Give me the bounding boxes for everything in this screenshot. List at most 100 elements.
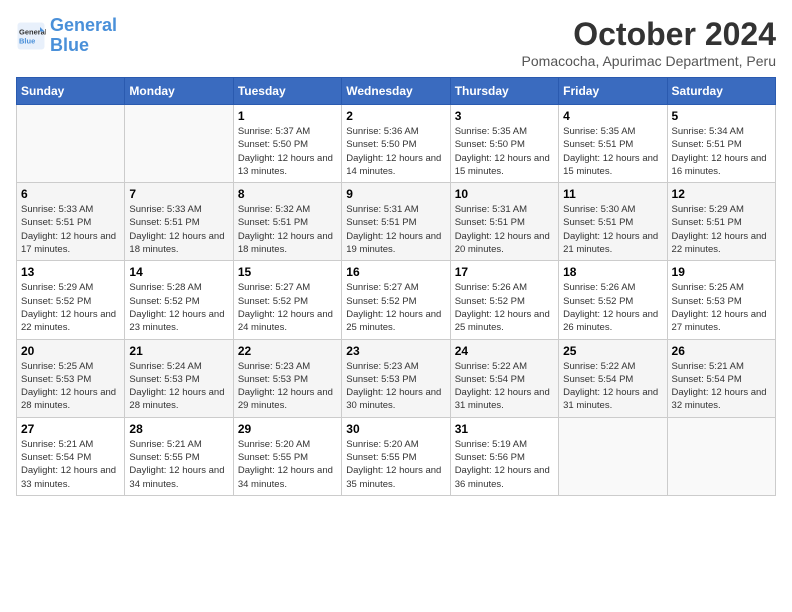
day-number: 2 bbox=[346, 109, 445, 123]
calendar-cell: 15Sunrise: 5:27 AMSunset: 5:52 PMDayligh… bbox=[233, 261, 341, 339]
header-cell-monday: Monday bbox=[125, 78, 233, 105]
logo-line1: General bbox=[50, 15, 117, 35]
day-info: Sunrise: 5:26 AMSunset: 5:52 PMDaylight:… bbox=[455, 281, 554, 334]
calendar-header: SundayMondayTuesdayWednesdayThursdayFrid… bbox=[17, 78, 776, 105]
calendar-cell: 30 Sunrise: 5:20 AMSunset: 5:55 PMDayligh… bbox=[342, 417, 450, 495]
day-number: 15 bbox=[238, 265, 337, 279]
calendar-cell: 21 Sunrise: 5:24 AMSunset: 5:53 PMDayligh… bbox=[125, 339, 233, 417]
day-number: 29 bbox=[238, 422, 337, 436]
day-info: Sunrise: 5:21 AMSunset: 5:54 PMDaylight:… bbox=[672, 360, 771, 413]
week-row-1: 1 Sunrise: 5:37 AMSunset: 5:50 PMDaylight… bbox=[17, 105, 776, 183]
day-info: Sunrise: 5:34 AMSunset: 5:51 PMDaylight:… bbox=[672, 125, 771, 178]
location-subtitle: Pomacocha, Apurimac Department, Peru bbox=[522, 53, 776, 69]
calendar-cell: 26Sunrise: 5:21 AMSunset: 5:54 PMDayligh… bbox=[667, 339, 775, 417]
calendar-cell: 31 Sunrise: 5:19 AMSunset: 5:56 PMDayligh… bbox=[450, 417, 558, 495]
day-number: 12 bbox=[672, 187, 771, 201]
day-number: 24 bbox=[455, 344, 554, 358]
calendar-cell bbox=[17, 105, 125, 183]
day-number: 16 bbox=[346, 265, 445, 279]
day-info: Sunrise: 5:30 AMSunset: 5:51 PMDaylight:… bbox=[563, 203, 662, 256]
day-number: 13 bbox=[21, 265, 120, 279]
calendar-cell: 13 Sunrise: 5:29 AMSunset: 5:52 PMDayligh… bbox=[17, 261, 125, 339]
day-number: 1 bbox=[238, 109, 337, 123]
logo-text: General Blue bbox=[50, 16, 117, 56]
calendar-cell bbox=[125, 105, 233, 183]
day-info: Sunrise: 5:27 AMSunset: 5:52 PMDaylight:… bbox=[346, 281, 445, 334]
day-info: Sunrise: 5:20 AMSunset: 5:55 PMDaylight:… bbox=[238, 438, 337, 491]
svg-text:General: General bbox=[19, 27, 46, 36]
day-info: Sunrise: 5:25 AMSunset: 5:53 PMDaylight:… bbox=[672, 281, 771, 334]
logo: General Blue General Blue bbox=[16, 16, 117, 56]
day-number: 8 bbox=[238, 187, 337, 201]
calendar-body: 1 Sunrise: 5:37 AMSunset: 5:50 PMDaylight… bbox=[17, 105, 776, 496]
day-info: Sunrise: 5:22 AMSunset: 5:54 PMDaylight:… bbox=[455, 360, 554, 413]
day-number: 23 bbox=[346, 344, 445, 358]
calendar-cell: 24 Sunrise: 5:22 AMSunset: 5:54 PMDayligh… bbox=[450, 339, 558, 417]
day-info: Sunrise: 5:29 AMSunset: 5:52 PMDaylight:… bbox=[21, 281, 120, 334]
day-info: Sunrise: 5:37 AMSunset: 5:50 PMDaylight:… bbox=[238, 125, 337, 178]
logo-line2: Blue bbox=[50, 35, 89, 55]
calendar-cell: 2 Sunrise: 5:36 AMSunset: 5:50 PMDaylight… bbox=[342, 105, 450, 183]
day-info: Sunrise: 5:33 AMSunset: 5:51 PMDaylight:… bbox=[129, 203, 228, 256]
day-info: Sunrise: 5:35 AMSunset: 5:51 PMDaylight:… bbox=[563, 125, 662, 178]
logo-icon: General Blue bbox=[16, 21, 46, 51]
calendar-cell: 1 Sunrise: 5:37 AMSunset: 5:50 PMDaylight… bbox=[233, 105, 341, 183]
day-number: 25 bbox=[563, 344, 662, 358]
calendar-cell: 5 Sunrise: 5:34 AMSunset: 5:51 PMDaylight… bbox=[667, 105, 775, 183]
calendar-cell bbox=[559, 417, 667, 495]
header-cell-thursday: Thursday bbox=[450, 78, 558, 105]
calendar-cell: 8 Sunrise: 5:32 AMSunset: 5:51 PMDaylight… bbox=[233, 183, 341, 261]
day-info: Sunrise: 5:23 AMSunset: 5:53 PMDaylight:… bbox=[346, 360, 445, 413]
day-number: 31 bbox=[455, 422, 554, 436]
calendar-cell: 4Sunrise: 5:35 AMSunset: 5:51 PMDaylight… bbox=[559, 105, 667, 183]
calendar-cell bbox=[667, 417, 775, 495]
day-info: Sunrise: 5:20 AMSunset: 5:55 PMDaylight:… bbox=[346, 438, 445, 491]
header-cell-sunday: Sunday bbox=[17, 78, 125, 105]
week-row-2: 6 Sunrise: 5:33 AMSunset: 5:51 PMDaylight… bbox=[17, 183, 776, 261]
week-row-5: 27 Sunrise: 5:21 AMSunset: 5:54 PMDayligh… bbox=[17, 417, 776, 495]
day-number: 7 bbox=[129, 187, 228, 201]
day-number: 5 bbox=[672, 109, 771, 123]
day-info: Sunrise: 5:25 AMSunset: 5:53 PMDaylight:… bbox=[21, 360, 120, 413]
page-header: General Blue General Blue October 2024 P… bbox=[16, 16, 776, 69]
calendar-cell: 22Sunrise: 5:23 AMSunset: 5:53 PMDayligh… bbox=[233, 339, 341, 417]
day-number: 9 bbox=[346, 187, 445, 201]
calendar-cell: 7 Sunrise: 5:33 AMSunset: 5:51 PMDaylight… bbox=[125, 183, 233, 261]
day-number: 27 bbox=[21, 422, 120, 436]
calendar-table: SundayMondayTuesdayWednesdayThursdayFrid… bbox=[16, 77, 776, 496]
header-cell-wednesday: Wednesday bbox=[342, 78, 450, 105]
calendar-cell: 3 Sunrise: 5:35 AMSunset: 5:50 PMDaylight… bbox=[450, 105, 558, 183]
header-cell-friday: Friday bbox=[559, 78, 667, 105]
day-number: 30 bbox=[346, 422, 445, 436]
day-number: 3 bbox=[455, 109, 554, 123]
day-number: 19 bbox=[672, 265, 771, 279]
day-number: 28 bbox=[129, 422, 228, 436]
day-number: 6 bbox=[21, 187, 120, 201]
month-title: October 2024 bbox=[522, 16, 776, 53]
week-row-4: 20 Sunrise: 5:25 AMSunset: 5:53 PMDayligh… bbox=[17, 339, 776, 417]
calendar-cell: 14Sunrise: 5:28 AMSunset: 5:52 PMDayligh… bbox=[125, 261, 233, 339]
day-number: 10 bbox=[455, 187, 554, 201]
day-info: Sunrise: 5:24 AMSunset: 5:53 PMDaylight:… bbox=[129, 360, 228, 413]
day-info: Sunrise: 5:32 AMSunset: 5:51 PMDaylight:… bbox=[238, 203, 337, 256]
day-number: 21 bbox=[129, 344, 228, 358]
day-info: Sunrise: 5:31 AMSunset: 5:51 PMDaylight:… bbox=[346, 203, 445, 256]
day-info: Sunrise: 5:23 AMSunset: 5:53 PMDaylight:… bbox=[238, 360, 337, 413]
calendar-cell: 10 Sunrise: 5:31 AMSunset: 5:51 PMDayligh… bbox=[450, 183, 558, 261]
calendar-cell: 18Sunrise: 5:26 AMSunset: 5:52 PMDayligh… bbox=[559, 261, 667, 339]
calendar-cell: 6 Sunrise: 5:33 AMSunset: 5:51 PMDaylight… bbox=[17, 183, 125, 261]
day-info: Sunrise: 5:21 AMSunset: 5:54 PMDaylight:… bbox=[21, 438, 120, 491]
day-number: 18 bbox=[563, 265, 662, 279]
calendar-cell: 27 Sunrise: 5:21 AMSunset: 5:54 PMDayligh… bbox=[17, 417, 125, 495]
day-number: 20 bbox=[21, 344, 120, 358]
header-row: SundayMondayTuesdayWednesdayThursdayFrid… bbox=[17, 78, 776, 105]
svg-text:Blue: Blue bbox=[19, 36, 35, 45]
day-info: Sunrise: 5:31 AMSunset: 5:51 PMDaylight:… bbox=[455, 203, 554, 256]
calendar-cell: 28 Sunrise: 5:21 AMSunset: 5:55 PMDayligh… bbox=[125, 417, 233, 495]
calendar-cell: 20 Sunrise: 5:25 AMSunset: 5:53 PMDayligh… bbox=[17, 339, 125, 417]
day-info: Sunrise: 5:33 AMSunset: 5:51 PMDaylight:… bbox=[21, 203, 120, 256]
day-info: Sunrise: 5:19 AMSunset: 5:56 PMDaylight:… bbox=[455, 438, 554, 491]
day-info: Sunrise: 5:35 AMSunset: 5:50 PMDaylight:… bbox=[455, 125, 554, 178]
day-info: Sunrise: 5:21 AMSunset: 5:55 PMDaylight:… bbox=[129, 438, 228, 491]
day-info: Sunrise: 5:36 AMSunset: 5:50 PMDaylight:… bbox=[346, 125, 445, 178]
